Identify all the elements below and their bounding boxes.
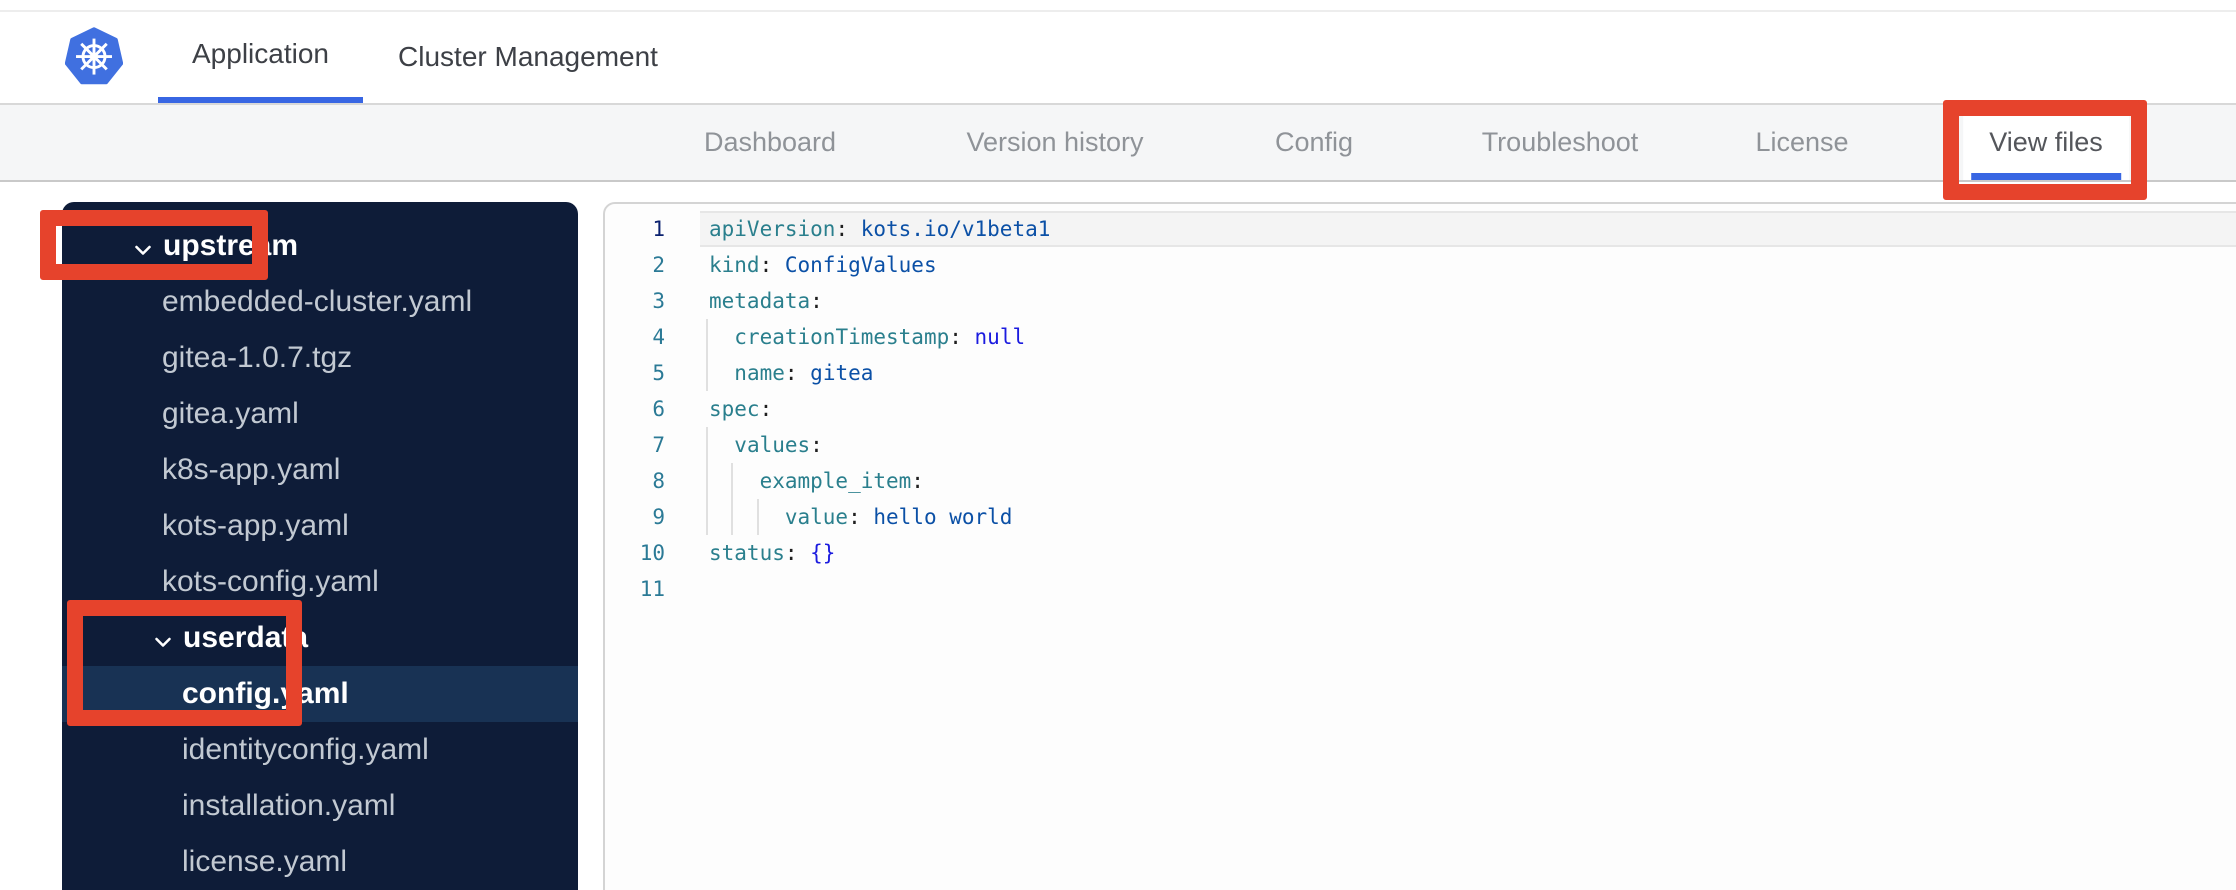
line-number-gutter: 1 2 3 4 5 6 7 8 9 10 11 bbox=[605, 211, 700, 890]
line-number: 1 bbox=[652, 217, 665, 241]
file-kots-app.yaml[interactable]: kots-app.yaml bbox=[62, 498, 578, 554]
line-number: 8 bbox=[652, 469, 665, 493]
annotation-box-upstream bbox=[40, 210, 268, 280]
file-tree-sidebar: upstream embedded-cluster.yaml gitea-1.0.7… bbox=[62, 202, 578, 890]
nav-tab-config[interactable]: Config bbox=[1275, 105, 1353, 180]
code-line-8: example_item: bbox=[700, 463, 2236, 499]
tree-item-label: kots-app.yaml bbox=[162, 509, 349, 542]
indent-guide bbox=[706, 355, 708, 391]
file-gitea.yaml[interactable]: gitea.yaml bbox=[62, 386, 578, 442]
indent-guide bbox=[731, 463, 734, 499]
nav-tab-license[interactable]: License bbox=[1755, 105, 1848, 180]
annotation-box-view-files bbox=[1943, 100, 2147, 200]
line-number: 7 bbox=[652, 433, 665, 457]
file-tree: upstream embedded-cluster.yaml gitea-1.0.7… bbox=[62, 218, 578, 890]
code-line-1: apiVersion: kots.io/v1beta1 bbox=[700, 211, 2236, 247]
file-identityconfig.yaml[interactable]: identityconfig.yaml bbox=[62, 722, 578, 778]
file-installation.yaml[interactable]: installation.yaml bbox=[62, 778, 578, 834]
indent-guide bbox=[706, 427, 708, 463]
nav-tab-troubleshoot[interactable]: Troubleshoot bbox=[1482, 105, 1639, 180]
file-embedded-cluster.yaml[interactable]: embedded-cluster.yaml bbox=[62, 274, 578, 330]
code-line-6: spec: bbox=[709, 397, 773, 421]
file-license.yaml[interactable]: license.yaml bbox=[62, 834, 578, 890]
app-header: Application Cluster Management bbox=[0, 0, 2236, 103]
indent-guide bbox=[756, 499, 759, 535]
tree-item-label: embedded-cluster.yaml bbox=[162, 285, 473, 318]
tree-item-label: k8s-app.yaml bbox=[162, 453, 341, 486]
code-line-5: name: gitea bbox=[700, 355, 2236, 391]
tree-item-label: installation.yaml bbox=[182, 789, 396, 822]
code-line-9: value: hello world bbox=[700, 499, 2236, 535]
annotation-box-userdata-config bbox=[67, 600, 302, 726]
code-editor[interactable]: 1 2 3 4 5 6 7 8 9 10 11 apiVersion: kots.io/v1beta… bbox=[603, 202, 2236, 890]
nav-tab-dashboard[interactable]: Dashboard bbox=[704, 105, 836, 180]
line-number: 9 bbox=[652, 505, 665, 529]
code-line-3: metadata: bbox=[709, 289, 823, 313]
code-line-4: creationTimestamp: null bbox=[700, 319, 2236, 355]
tab-cluster-management[interactable]: Cluster Management bbox=[368, 10, 688, 103]
tree-item-label: license.yaml bbox=[182, 845, 348, 878]
nav-tab-version-history[interactable]: Version history bbox=[966, 105, 1143, 180]
code-line-7: values: bbox=[700, 427, 2236, 463]
indent-guide bbox=[706, 319, 708, 355]
indent-guide bbox=[706, 499, 708, 535]
tree-item-label: identityconfig.yaml bbox=[182, 733, 429, 766]
tree-item-label: kots-config.yaml bbox=[162, 565, 379, 598]
indent-guide bbox=[706, 463, 708, 499]
line-number: 6 bbox=[652, 397, 665, 421]
code-content: apiVersion: kots.io/v1beta1 kind: ConfigV… bbox=[700, 211, 2236, 890]
line-number: 2 bbox=[652, 253, 665, 277]
line-number: 5 bbox=[652, 361, 665, 385]
app-subnav: Dashboard Version history Config Trouble… bbox=[0, 103, 2236, 182]
file-k8s-app.yaml[interactable]: k8s-app.yaml bbox=[62, 442, 578, 498]
line-number: 4 bbox=[652, 325, 665, 349]
tree-item-label: gitea-1.0.7.tgz bbox=[162, 341, 353, 374]
line-number: 11 bbox=[639, 577, 665, 601]
tab-application[interactable]: Application bbox=[158, 10, 363, 103]
kubernetes-logo-icon bbox=[64, 27, 124, 85]
file-gitea-1.0.7.tgz[interactable]: gitea-1.0.7.tgz bbox=[62, 330, 578, 386]
tree-item-label: gitea.yaml bbox=[162, 397, 299, 430]
line-number: 10 bbox=[639, 541, 665, 565]
code-line-10: status: {} bbox=[709, 541, 836, 565]
line-number: 3 bbox=[652, 289, 665, 313]
code-line-2: kind: ConfigValues bbox=[709, 253, 937, 277]
indent-guide bbox=[731, 499, 734, 535]
